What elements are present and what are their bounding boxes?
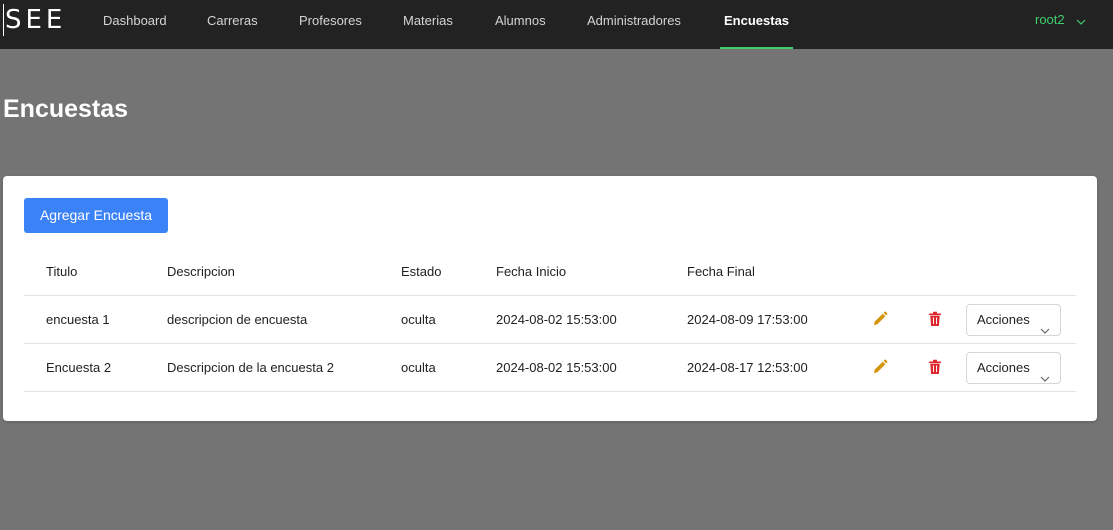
trash-icon[interactable] [926, 358, 944, 376]
pencil-icon[interactable] [871, 310, 889, 328]
column-header-descripcion: Descripcion [167, 264, 235, 279]
active-tab-indicator [720, 47, 794, 49]
column-header-titulo: Titulo [46, 264, 78, 279]
nav-item-carreras[interactable]: Carreras [207, 0, 258, 49]
actions-dropdown[interactable]: Acciones [966, 304, 1061, 336]
cell-fecha-final: 2024-08-17 12:53:00 [687, 360, 808, 375]
actions-dropdown[interactable]: Acciones [966, 352, 1061, 384]
cell-descripcion: descripcion de encuesta [167, 312, 308, 327]
nav-item-dashboard[interactable]: Dashboard [103, 0, 167, 49]
cell-fecha-inicio: 2024-08-02 15:53:00 [496, 360, 617, 375]
trash-icon[interactable] [926, 310, 944, 328]
surveys-card: Agregar Encuesta Titulo Descripcion Esta… [3, 176, 1097, 421]
table-row: encuesta 1 descripcion de encuesta ocult… [24, 296, 1076, 344]
nav-item-administradores[interactable]: Administradores [587, 0, 681, 49]
cell-estado: oculta [401, 360, 436, 375]
cell-titulo: Encuesta 2 [46, 360, 112, 375]
actions-dropdown-label: Acciones [977, 360, 1030, 375]
user-name: root2 [1035, 12, 1065, 27]
nav-item-materias[interactable]: Materias [403, 0, 453, 49]
column-header-fecha-final: Fecha Final [687, 264, 755, 279]
column-header-fecha-inicio: Fecha Inicio [496, 264, 567, 279]
page-title: Encuestas [3, 95, 129, 123]
add-survey-button[interactable]: Agregar Encuesta [24, 198, 168, 233]
table-header: Titulo Descripcion Estado Fecha Inicio F… [24, 248, 1076, 296]
nav-item-profesores[interactable]: Profesores [299, 0, 362, 49]
cell-estado: oculta [401, 312, 436, 327]
user-menu[interactable]: root2 [1035, 0, 1086, 40]
nav-item-alumnos[interactable]: Alumnos [495, 0, 546, 49]
actions-dropdown-label: Acciones [977, 312, 1030, 327]
pencil-icon[interactable] [871, 358, 889, 376]
table-row: Encuesta 2 Descripcion de la encuesta 2 … [24, 344, 1076, 392]
cell-fecha-final: 2024-08-09 17:53:00 [687, 312, 808, 327]
chevron-down-icon [1076, 1, 1086, 41]
chevron-down-icon [1040, 363, 1050, 393]
column-header-estado: Estado [401, 264, 442, 279]
nav-item-encuestas-label: Encuestas [724, 13, 790, 28]
cell-descripcion: Descripcion de la encuesta 2 [167, 360, 334, 375]
top-navbar: SEE Dashboard Carreras Profesores Materi… [0, 0, 1113, 49]
surveys-table: Titulo Descripcion Estado Fecha Inicio F… [24, 248, 1076, 392]
cell-fecha-inicio: 2024-08-02 15:53:00 [496, 312, 617, 327]
chevron-down-icon [1040, 315, 1050, 345]
nav-item-encuestas[interactable]: Encuestas [720, 0, 794, 49]
brand-logo[interactable]: SEE [3, 4, 66, 36]
cell-titulo: encuesta 1 [46, 312, 110, 327]
